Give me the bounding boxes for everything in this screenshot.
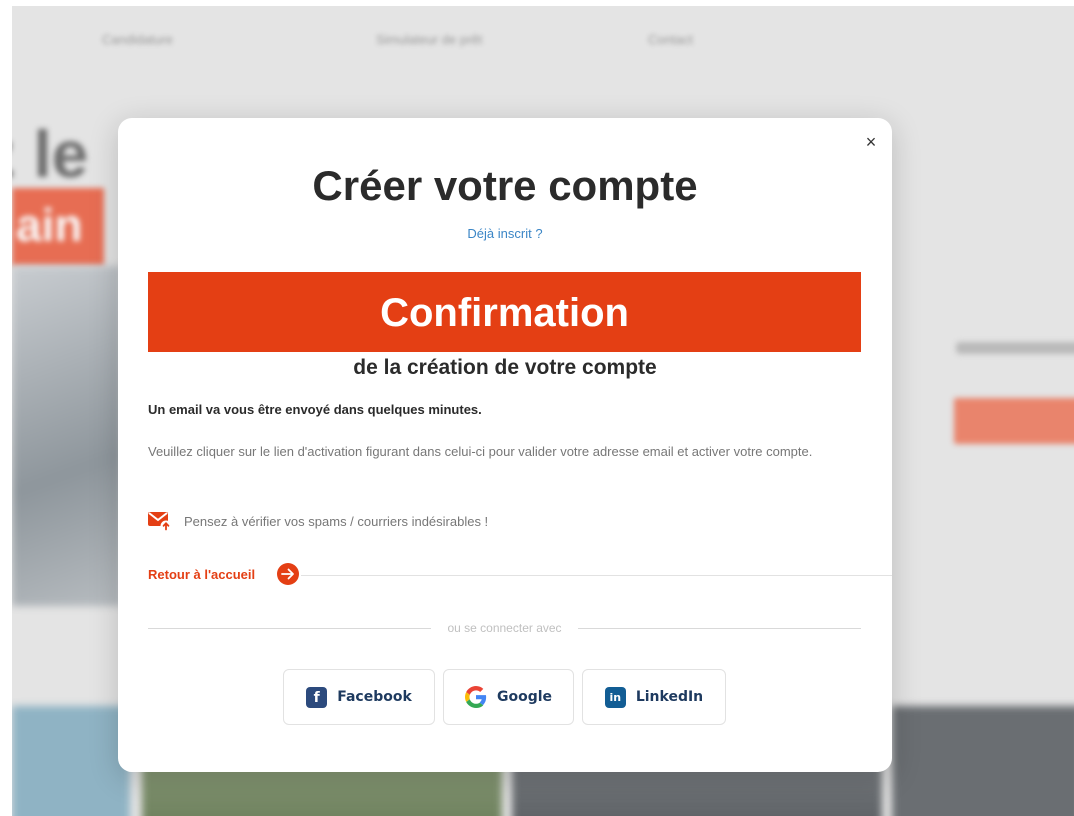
activation-instructions: Veuillez cliquer sur le lien d'activatio… <box>148 444 813 459</box>
modal-title: Créer votre compte <box>312 162 698 209</box>
mail-alert-icon <box>148 512 172 532</box>
bg-hero-photo <box>12 266 122 606</box>
facebook-login-button[interactable]: f Facebook <box>283 669 435 725</box>
social-divider-label: ou se connecter avec <box>447 621 562 635</box>
divider <box>301 574 892 576</box>
signup-modal: × Créer votre compte Déjà inscrit ? Conf… <box>118 118 892 772</box>
linkedin-login-button[interactable]: in LinkedIn <box>582 669 726 725</box>
confirmation-subtitle: de la création de votre compte <box>353 356 657 379</box>
social-login-buttons: f Facebook Google in LinkedIn <box>283 669 726 725</box>
bg-hero-heading: z le <box>12 117 89 191</box>
divider <box>148 627 432 629</box>
email-sent-message: Un email va vous être envoyé dans quelqu… <box>148 402 482 417</box>
bg-tile <box>892 706 1074 816</box>
divider <box>577 627 862 629</box>
linkedin-label: LinkedIn <box>635 689 704 705</box>
google-label: Google <box>496 689 553 705</box>
google-icon <box>464 686 487 708</box>
facebook-label: Facebook <box>337 689 412 705</box>
bg-side-text <box>956 342 1074 354</box>
spam-notice-text: Pensez à vérifier vos spams / courriers … <box>184 513 489 529</box>
facebook-icon: f <box>306 686 328 708</box>
bg-nav-item: Candidature <box>102 32 173 47</box>
back-home-row: Retour à l'accueil <box>148 562 892 586</box>
already-registered-link[interactable]: Déjà inscrit ? <box>118 226 892 241</box>
confirmation-heading: Confirmation <box>380 291 629 335</box>
google-login-button[interactable]: Google <box>443 669 574 725</box>
social-divider: ou se connecter avec <box>148 618 862 638</box>
bg-nav-item: Contact <box>648 32 693 47</box>
linkedin-icon: in <box>604 686 626 708</box>
arrow-right-icon[interactable] <box>277 563 300 585</box>
bg-side-button <box>954 398 1074 444</box>
bg-tile <box>12 706 130 816</box>
back-home-link[interactable]: Retour à l'accueil <box>148 567 255 582</box>
bg-hero-tag: ain <box>12 188 104 266</box>
spam-notice: Pensez à vérifier vos spams / courriers … <box>148 510 488 532</box>
confirmation-banner: Confirmation <box>148 272 861 352</box>
bg-nav-item: Simulateur de prêt <box>376 32 483 47</box>
close-icon[interactable]: × <box>859 130 883 154</box>
